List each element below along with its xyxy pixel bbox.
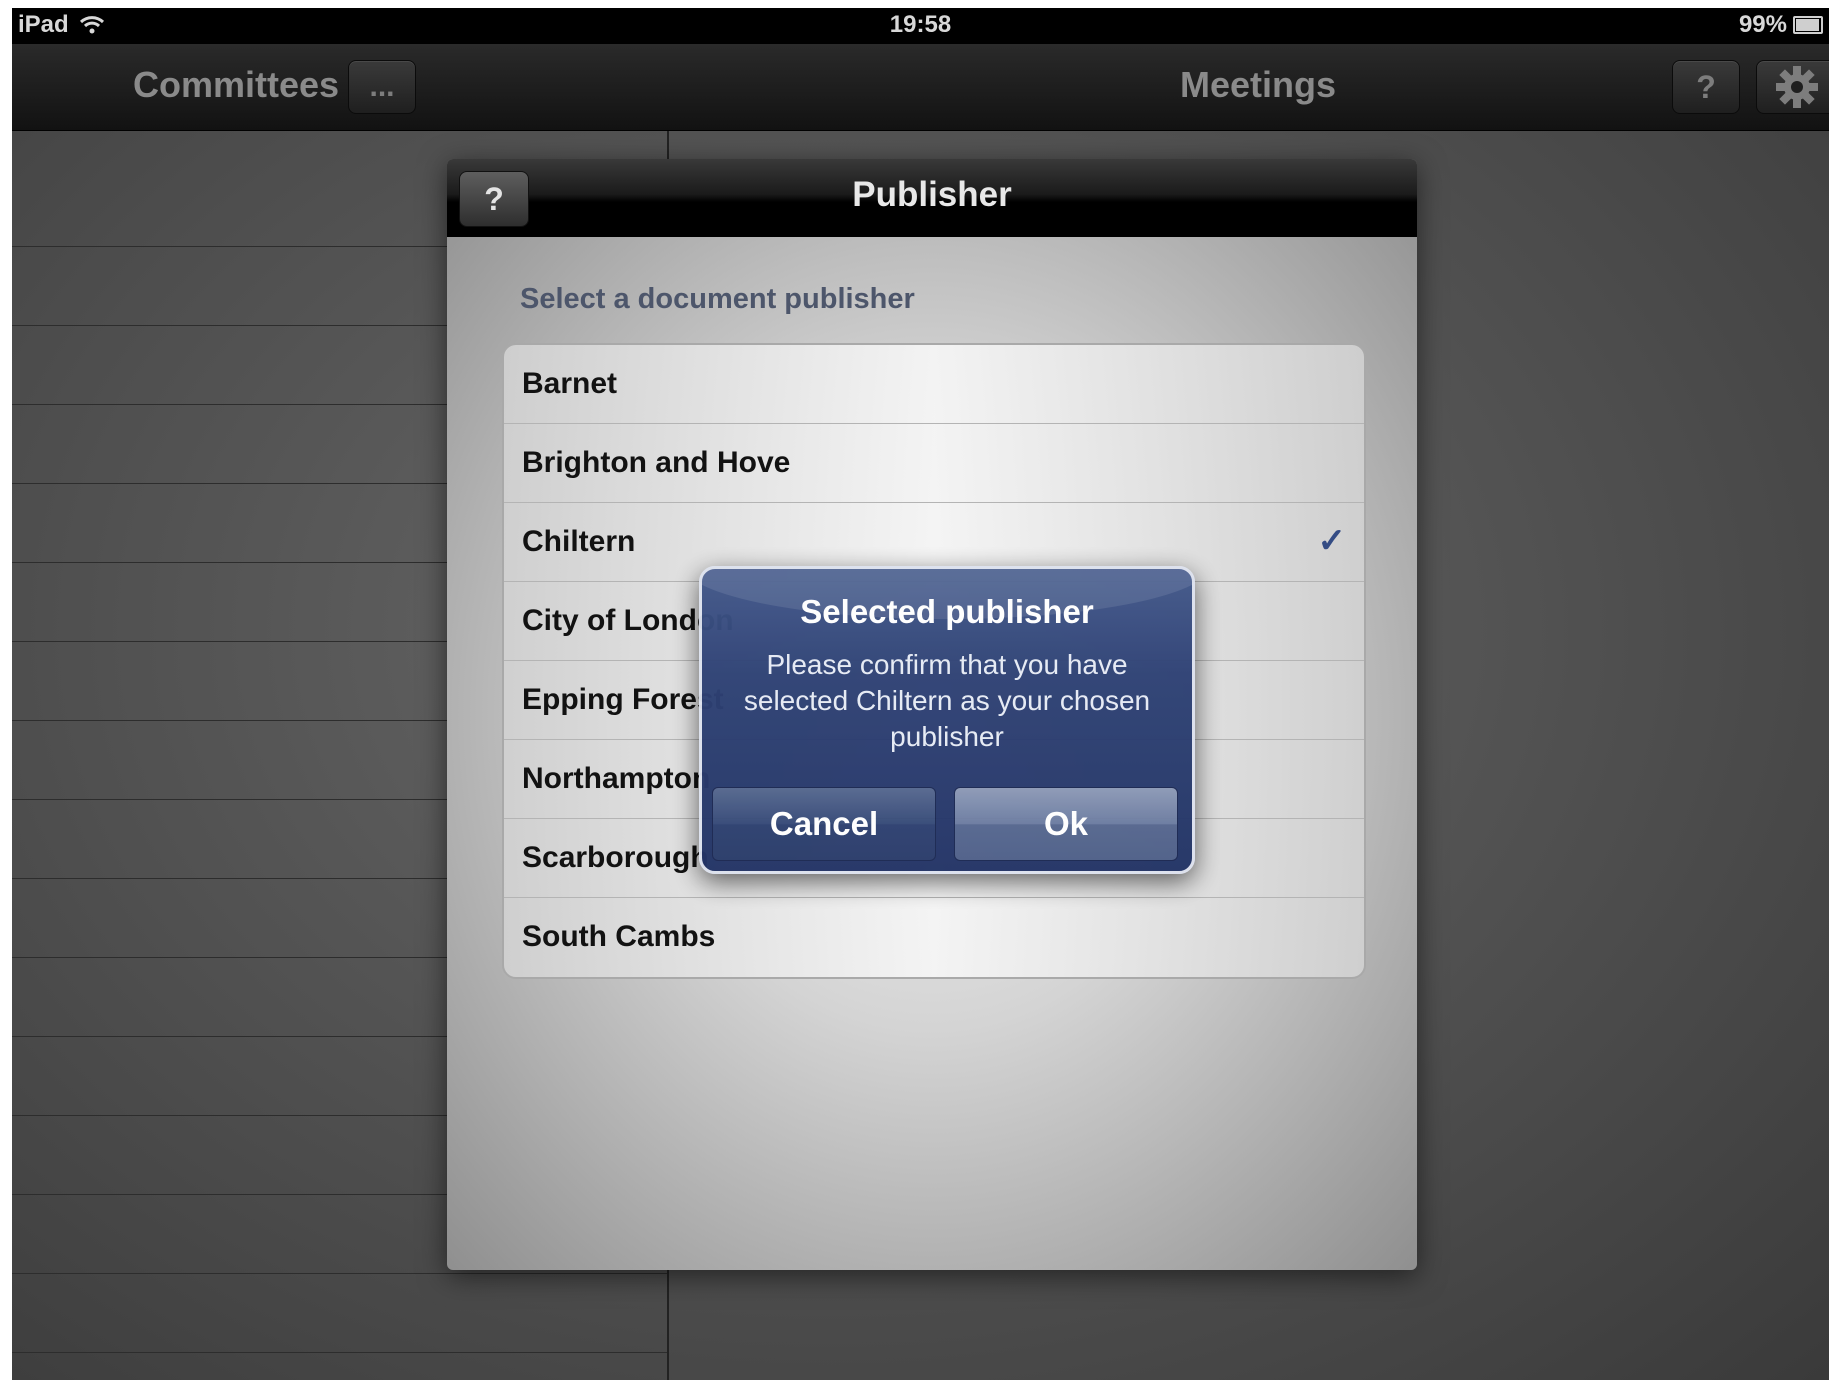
publisher-label: Scarborough [522,841,709,874]
publisher-label: Epping Forest [522,683,724,716]
alert-message: Please confirm that you have selected Ch… [743,649,1151,752]
ok-button[interactable]: Ok [954,787,1178,861]
checkmark-icon: ✓ [1317,522,1347,560]
status-bar: iPad 19:58 99% [12,8,1829,44]
ipad-screen: iPad 19:58 99% Committees ... Meetings ? [12,8,1829,1380]
cancel-button[interactable]: Cancel [712,787,936,861]
more-button[interactable]: ... [348,60,416,114]
popover-header: ? Publisher [447,159,1417,237]
help-button[interactable]: ? [1672,60,1740,114]
publisher-label: Chiltern [522,525,636,558]
settings-button[interactable] [1756,60,1829,114]
clock: 19:58 [889,11,952,38]
alert-title: Selected publisher [800,593,1094,630]
publisher-label: South Cambs [522,920,716,953]
confirm-alert: Selected publisher Please confirm that y… [699,566,1195,874]
navigation-bar: Committees ... Meetings ? [12,44,1829,131]
gear-icon [1776,66,1818,108]
section-header: Select a document publisher [520,283,915,315]
publisher-row[interactable]: Brighton and Hove [504,424,1364,503]
battery-icon [1793,16,1823,34]
popover-title: Publisher [852,175,1012,214]
publisher-label: Northampton [522,762,711,795]
publisher-row[interactable]: Barnet [504,345,1364,424]
battery-percent: 99% [1738,11,1787,38]
publisher-row[interactable]: South Cambs [504,898,1364,976]
meetings-title: Meetings [1180,64,1337,105]
publisher-label: Brighton and Hove [522,446,791,479]
publisher-label: Barnet [522,367,618,400]
committees-title: Committees [133,64,340,105]
